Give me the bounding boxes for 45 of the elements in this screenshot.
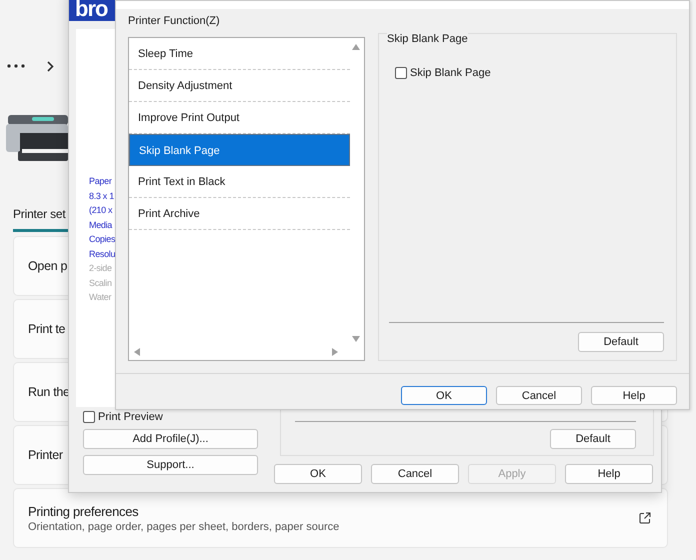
settings-card[interactable]: Printing preferences Orientation, page order, pages per sheet, borders, paper source (13, 488, 668, 548)
dialog-button[interactable]: OK (401, 386, 487, 405)
dialog-button[interactable]: Cancel (371, 464, 459, 484)
dialog-button[interactable]: OK (274, 464, 362, 484)
card-subtitle: Orientation, page order, pages per sheet, borders, paper source (28, 520, 340, 532)
scroll-down-icon[interactable] (352, 336, 360, 342)
summary-text: 2-side (89, 262, 112, 275)
list-item[interactable]: Skip Blank Page (129, 134, 350, 166)
checkbox-label: Print Preview (98, 411, 163, 423)
chevron-icon[interactable] (47, 60, 54, 72)
summary-text: Media (89, 218, 112, 232)
dialog-button[interactable]: Cancel (496, 386, 582, 405)
summary-text: 8.3 x 1 (89, 190, 114, 202)
default-button[interactable]: Default (578, 332, 664, 352)
checkbox[interactable] (395, 67, 407, 79)
summary-text: (210 x (89, 204, 112, 217)
dialog-button[interactable]: Support... (83, 455, 258, 475)
scroll-up-icon[interactable] (352, 44, 360, 50)
card-title: Print te (28, 322, 66, 336)
skip-blank-page-checkbox[interactable]: Skip Blank Page (395, 67, 491, 79)
group-title: Skip Blank Page (387, 33, 468, 45)
checkbox[interactable] (83, 411, 95, 423)
list-label: Printer Function(Z) (128, 15, 221, 27)
summary-text: Water (89, 291, 112, 304)
summary-text: Resolu (89, 248, 116, 260)
list-item[interactable]: Print Text in Black (129, 166, 350, 198)
scroll-right-icon[interactable] (332, 348, 338, 356)
default-button[interactable]: Default (550, 429, 636, 449)
dialog-button[interactable]: Help (591, 386, 677, 405)
checkbox-label: Skip Blank Page (410, 67, 491, 79)
list-item[interactable]: Sleep Time (129, 38, 350, 70)
dialog-button[interactable]: Add Profile(J)... (83, 429, 258, 449)
external-link-icon[interactable] (639, 512, 651, 524)
card-title: Open p (28, 259, 68, 273)
summary-text: Scalin (89, 276, 112, 290)
card-title: Printing preferences (28, 504, 138, 518)
summary-text: Copies (89, 233, 116, 246)
print-preview-checkbox[interactable]: Print Preview (83, 411, 163, 423)
card-title: Printer (28, 448, 63, 462)
dialog-button[interactable]: Help (565, 464, 653, 484)
list-item[interactable]: Print Archive (129, 198, 350, 230)
more-icon[interactable] (7, 64, 25, 68)
summary-text: Paper (89, 175, 112, 188)
list-item[interactable]: Density Adjustment (129, 70, 350, 102)
scroll-left-icon[interactable] (134, 348, 140, 356)
